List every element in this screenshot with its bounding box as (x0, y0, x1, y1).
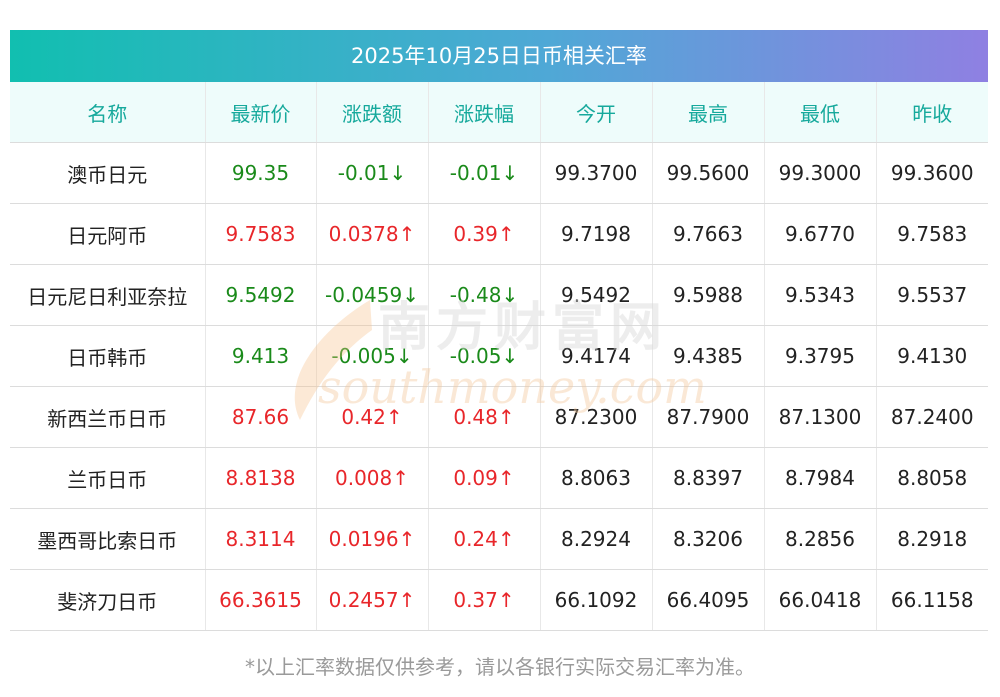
cell-name: 澳币日元 (10, 142, 205, 204)
cell-change-amount: 0.008↑ (315, 447, 428, 509)
column-header-change: 涨跌额 (315, 82, 428, 143)
table-row: 日币韩币 9.413 -0.005↓ -0.05↓ 9.4174 9.4385 9.3795… (10, 325, 988, 387)
cell-prev-close: 8.8058 (875, 447, 988, 509)
table-row: 日元尼日利亚奈拉 9.5492 -0.0459↓ -0.48↓ 9.5492 9.5988… (10, 264, 988, 326)
cell-prev-close: 9.4130 (875, 325, 988, 387)
cell-low-price: 9.3795 (763, 325, 876, 387)
cell-low-price: 8.7984 (763, 447, 876, 509)
cell-low-price: 66.0418 (763, 569, 876, 631)
cell-change-percent: -0.05↓ (427, 325, 540, 387)
cell-high-price: 8.8397 (651, 447, 764, 509)
cell-low-price: 9.5343 (763, 264, 876, 326)
cell-prev-close: 9.5537 (875, 264, 988, 326)
cell-prev-close: 9.7583 (875, 203, 988, 265)
cell-change-percent: 0.24↑ (427, 508, 540, 570)
column-header-latest: 最新价 (204, 82, 316, 143)
cell-change-percent: -0.48↓ (427, 264, 540, 326)
cell-open-price: 87.2300 (539, 386, 652, 448)
cell-high-price: 99.5600 (651, 142, 764, 204)
cell-low-price: 87.1300 (763, 386, 876, 448)
table-row: 澳币日元 99.35 -0.01↓ -0.01↓ 99.3700 99.5600 99.30… (10, 142, 988, 204)
cell-high-price: 8.3206 (651, 508, 764, 570)
column-header-low: 最低 (763, 82, 876, 143)
cell-change-percent: -0.01↓ (427, 142, 540, 204)
column-header-prev-close: 昨收 (875, 82, 988, 143)
page-title: 2025年10月25日日币相关汇率 (10, 30, 988, 82)
cell-name: 日币韩币 (10, 325, 205, 387)
cell-high-price: 87.7900 (651, 386, 764, 448)
cell-open-price: 99.3700 (539, 142, 652, 204)
cell-open-price: 8.8063 (539, 447, 652, 509)
cell-change-amount: 0.42↑ (315, 386, 428, 448)
table-row: 日元阿币 9.7583 0.0378↑ 0.39↑ 9.7198 9.7663 9.6770… (10, 203, 988, 265)
cell-latest-price: 99.35 (204, 142, 316, 204)
column-header-high: 最高 (651, 82, 764, 143)
table-header-row: 名称 最新价 涨跌额 涨跌幅 今开 最高 最低 昨收 (10, 82, 988, 143)
cell-change-amount: -0.01↓ (315, 142, 428, 204)
cell-change-percent: 0.09↑ (427, 447, 540, 509)
cell-low-price: 9.6770 (763, 203, 876, 265)
cell-low-price: 8.2856 (763, 508, 876, 570)
cell-prev-close: 8.2918 (875, 508, 988, 570)
column-header-open: 今开 (539, 82, 652, 143)
cell-name: 新西兰币日币 (10, 386, 205, 448)
cell-low-price: 99.3000 (763, 142, 876, 204)
cell-high-price: 9.7663 (651, 203, 764, 265)
cell-name: 日元阿币 (10, 203, 205, 265)
cell-change-amount: 0.0378↑ (315, 203, 428, 265)
cell-high-price: 9.4385 (651, 325, 764, 387)
cell-latest-price: 66.3615 (204, 569, 316, 631)
cell-high-price: 9.5988 (651, 264, 764, 326)
cell-name: 斐济刀日币 (10, 569, 205, 631)
cell-latest-price: 9.413 (204, 325, 316, 387)
column-header-change-pct: 涨跌幅 (427, 82, 540, 143)
cell-latest-price: 9.7583 (204, 203, 316, 265)
cell-name: 日元尼日利亚奈拉 (10, 264, 205, 326)
cell-latest-price: 8.8138 (204, 447, 316, 509)
cell-change-amount: -0.0459↓ (315, 264, 428, 326)
cell-change-amount: 0.2457↑ (315, 569, 428, 631)
cell-open-price: 8.2924 (539, 508, 652, 570)
cell-change-percent: 0.48↑ (427, 386, 540, 448)
cell-prev-close: 99.3600 (875, 142, 988, 204)
cell-name: 兰币日币 (10, 447, 205, 509)
rates-table: 名称 最新价 涨跌额 涨跌幅 今开 最高 最低 昨收 澳币日元 99.35 -0.0… (10, 82, 988, 631)
cell-latest-price: 9.5492 (204, 264, 316, 326)
table-row: 兰币日币 8.8138 0.008↑ 0.09↑ 8.8063 8.8397 8.7984 8… (10, 447, 988, 509)
cell-open-price: 9.7198 (539, 203, 652, 265)
cell-open-price: 66.1092 (539, 569, 652, 631)
table-row: 墨西哥比索日币 8.3114 0.0196↑ 0.24↑ 8.2924 8.3206 8.2… (10, 508, 988, 570)
cell-change-percent: 0.37↑ (427, 569, 540, 631)
cell-change-amount: -0.005↓ (315, 325, 428, 387)
cell-prev-close: 87.2400 (875, 386, 988, 448)
footnote: *以上汇率数据仅供参考，请以各银行实际交易汇率为准。 (245, 655, 755, 679)
cell-change-percent: 0.39↑ (427, 203, 540, 265)
cell-latest-price: 8.3114 (204, 508, 316, 570)
column-header-name: 名称 (10, 82, 205, 143)
rates-panel: 2025年10月25日日币相关汇率 名称 最新价 涨跌额 涨跌幅 今开 最高 最… (10, 30, 988, 631)
table-row: 斐济刀日币 66.3615 0.2457↑ 0.37↑ 66.1092 66.4095 66… (10, 569, 988, 631)
cell-open-price: 9.4174 (539, 325, 652, 387)
cell-prev-close: 66.1158 (875, 569, 988, 631)
cell-name: 墨西哥比索日币 (10, 508, 205, 570)
cell-high-price: 66.4095 (651, 569, 764, 631)
cell-latest-price: 87.66 (204, 386, 316, 448)
cell-open-price: 9.5492 (539, 264, 652, 326)
table-row: 新西兰币日币 87.66 0.42↑ 0.48↑ 87.2300 87.7900 87.13… (10, 386, 988, 448)
cell-change-amount: 0.0196↑ (315, 508, 428, 570)
